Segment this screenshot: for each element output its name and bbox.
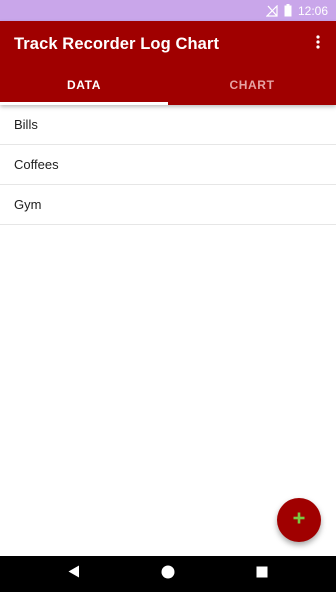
home-button[interactable] [148, 556, 188, 592]
app-title: Track Recorder Log Chart [14, 35, 220, 53]
recents-icon [256, 565, 268, 583]
screen: 12:06 Track Recorder Log Chart DATA CHAR… [0, 0, 336, 592]
status-icons: 12:06 [265, 0, 328, 21]
navigation-bar [0, 556, 336, 592]
list-item-label: Bills [14, 117, 38, 132]
back-icon [68, 565, 80, 583]
recents-button[interactable] [242, 556, 282, 592]
plus-icon [293, 511, 305, 529]
list-item-coffees[interactable]: Coffees [0, 145, 336, 185]
status-bar: 12:06 [0, 0, 336, 21]
data-list: Bills Coffees Gym [0, 105, 336, 225]
tab-chart[interactable]: CHART [168, 65, 336, 105]
home-icon [161, 565, 175, 584]
back-button[interactable] [54, 556, 94, 592]
signal-off-icon [265, 4, 278, 17]
tab-data[interactable]: DATA [0, 65, 168, 105]
list-item-label: Coffees [14, 157, 59, 172]
more-vert-icon [316, 34, 320, 54]
status-time: 12:06 [297, 3, 328, 18]
battery-icon [284, 4, 292, 17]
list-item-gym[interactable]: Gym [0, 185, 336, 225]
tab-data-label: DATA [67, 78, 101, 92]
app-bar: Track Recorder Log Chart DATA CHART [0, 21, 336, 105]
list-item-label: Gym [14, 197, 42, 212]
tab-chart-label: CHART [229, 78, 275, 92]
list-item-bills[interactable]: Bills [0, 105, 336, 145]
tab-bar: DATA CHART [0, 65, 336, 105]
overflow-menu-button[interactable] [306, 32, 330, 56]
add-button[interactable] [277, 498, 321, 542]
